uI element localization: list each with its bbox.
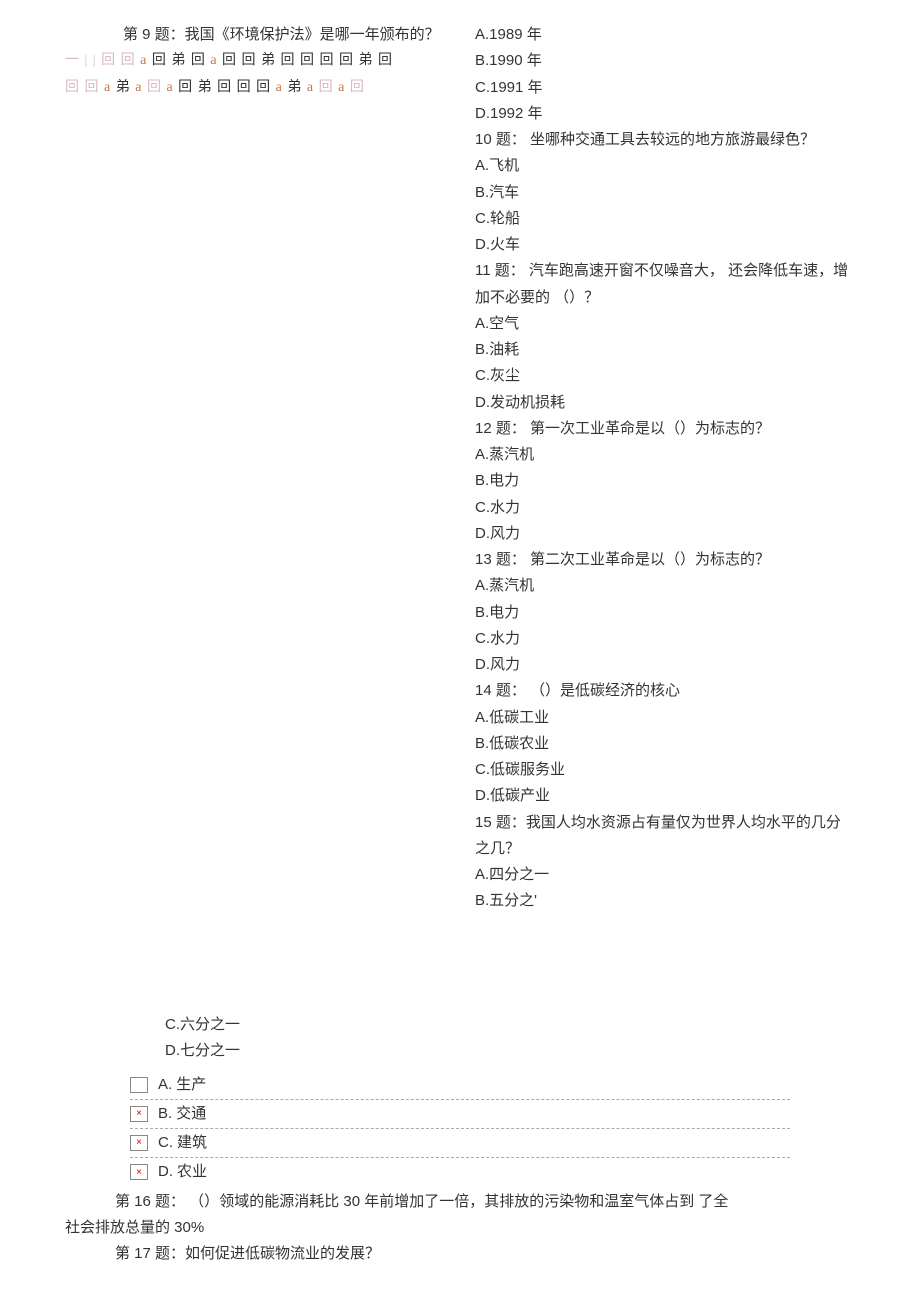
q10-option-b: B.汽车 [475, 180, 855, 206]
q13-option-a: A.蒸汽机 [475, 573, 855, 599]
q9-option-b: B.1990 年 [475, 48, 855, 74]
option-text: 交通 [176, 1101, 206, 1127]
q12-option-b: B.电力 [475, 468, 855, 494]
q13-option-b: B.电力 [475, 600, 855, 626]
extra-option-c: × C. 建筑 [130, 1129, 790, 1158]
q13-title: 13 题： 第二次工业革命是以（）为标志的？ [475, 547, 855, 573]
q13-option-c: C.水力 [475, 626, 855, 652]
q10-option-a: A.飞机 [475, 153, 855, 179]
q16-line1: 第 16 题： （）领域的能源消耗比 30 年前增加了一倍，其排放的污染物和温室… [65, 1189, 855, 1215]
q14-title: 14 题： （）是低碳经济的核心 [475, 678, 855, 704]
broken-image-icon: × [130, 1135, 148, 1151]
q10-title: 10 题： 坐哪种交通工具去较远的地方旅游最绿色？ [475, 127, 855, 153]
q15-option-c: C.六分之一 [165, 1012, 855, 1038]
broken-image-icon: × [130, 1106, 148, 1122]
broken-image-icon: × [130, 1164, 148, 1180]
q13-option-d: D.风力 [475, 652, 855, 678]
option-text: 建筑 [177, 1130, 207, 1156]
q9-option-c: C.1991 年 [475, 75, 855, 101]
q11-option-d: D.发动机损耗 [475, 390, 855, 416]
option-text: 农业 [177, 1159, 207, 1185]
q9-option-d: D.1992 年 [475, 101, 855, 127]
q15-option-b: B.五分之' [475, 888, 855, 914]
q11-title: 11 题： 汽车跑高速开窗不仅噪音大， 还会降低车速，增加不必要的 （）？ [475, 258, 855, 311]
q9-option-a: A.1989 年 [475, 22, 855, 48]
q14-option-a: A.低碳工业 [475, 705, 855, 731]
q14-option-b: B.低碳农业 [475, 731, 855, 757]
q15-option-d: D.七分之一 [165, 1038, 855, 1064]
extra-option-b: × B. 交通 [130, 1100, 790, 1129]
q16-line2: 社会排放总量的 30% [65, 1215, 855, 1241]
option-text: 生产 [176, 1072, 206, 1098]
q11-option-b: B.油耗 [475, 337, 855, 363]
q11-option-a: A.空气 [475, 311, 855, 337]
q17-title: 第 17 题：如何促进低碳物流业的发展？ [65, 1241, 855, 1267]
option-label: C. [158, 1130, 173, 1156]
q14-option-d: D.低碳产业 [475, 783, 855, 809]
q14-option-c: C.低碳服务业 [475, 757, 855, 783]
broken-image-icon [130, 1077, 148, 1093]
q15-option-a: A.四分之一 [475, 862, 855, 888]
q9-title: 第 9 题：我国《环境保护法》是哪一年颁布的？ [65, 22, 460, 48]
extra-option-a: A. 生产 [130, 1071, 790, 1100]
option-label: A. [158, 1072, 172, 1098]
q10-option-d: D.火车 [475, 232, 855, 258]
q12-option-d: D.风力 [475, 521, 855, 547]
extra-option-d: × D. 农业 [130, 1158, 790, 1186]
option-label: D. [158, 1159, 173, 1185]
ghost-line-2: 回 回 a 弟 a 回 a 回 弟 回 回 回 a 弟 a 回 a 回 [65, 75, 460, 102]
q12-title: 12 题： 第一次工业革命是以（）为标志的？ [475, 416, 855, 442]
q12-option-c: C.水力 [475, 495, 855, 521]
q12-option-a: A.蒸汽机 [475, 442, 855, 468]
ghost-line-1: 一 | | 回 回 a 回 弟 回 a 回 回 弟 回 回 回 回 弟 回 [65, 48, 460, 75]
option-label: B. [158, 1101, 172, 1127]
q11-option-c: C.灰尘 [475, 363, 855, 389]
q15-title: 15 题：我国人均水资源占有量仅为世界人均水平的几分之几？ [475, 810, 855, 863]
q10-option-c: C.轮船 [475, 206, 855, 232]
